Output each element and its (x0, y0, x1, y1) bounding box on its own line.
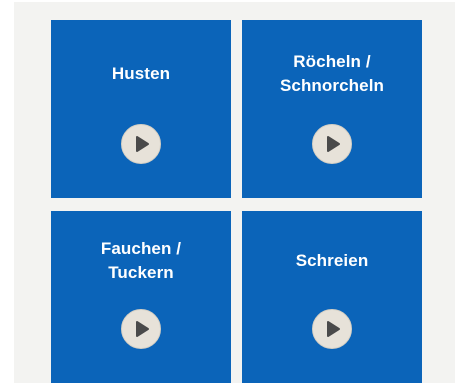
sound-tile-label: Schreien (295, 251, 369, 270)
play-icon (327, 321, 340, 337)
sound-tile-label: Fauchen / Tuckern (100, 239, 182, 282)
play-icon (136, 136, 149, 152)
play-icon (327, 136, 340, 152)
play-button[interactable] (121, 124, 161, 164)
play-icon (136, 321, 149, 337)
sound-tile-roecheln-schnorcheln[interactable]: Röcheln / Schnorcheln (242, 20, 422, 198)
sound-tile-label: Husten (111, 64, 171, 83)
sound-tile-fauchen-tuckern[interactable]: Fauchen / Tuckern (51, 211, 231, 383)
sound-tile-schreien[interactable]: Schreien (242, 211, 422, 383)
play-button[interactable] (312, 309, 352, 349)
sound-tile-husten[interactable]: Husten (51, 20, 231, 198)
play-button[interactable] (312, 124, 352, 164)
sound-tile-label: Röcheln / Schnorcheln (279, 52, 385, 95)
play-button[interactable] (121, 309, 161, 349)
